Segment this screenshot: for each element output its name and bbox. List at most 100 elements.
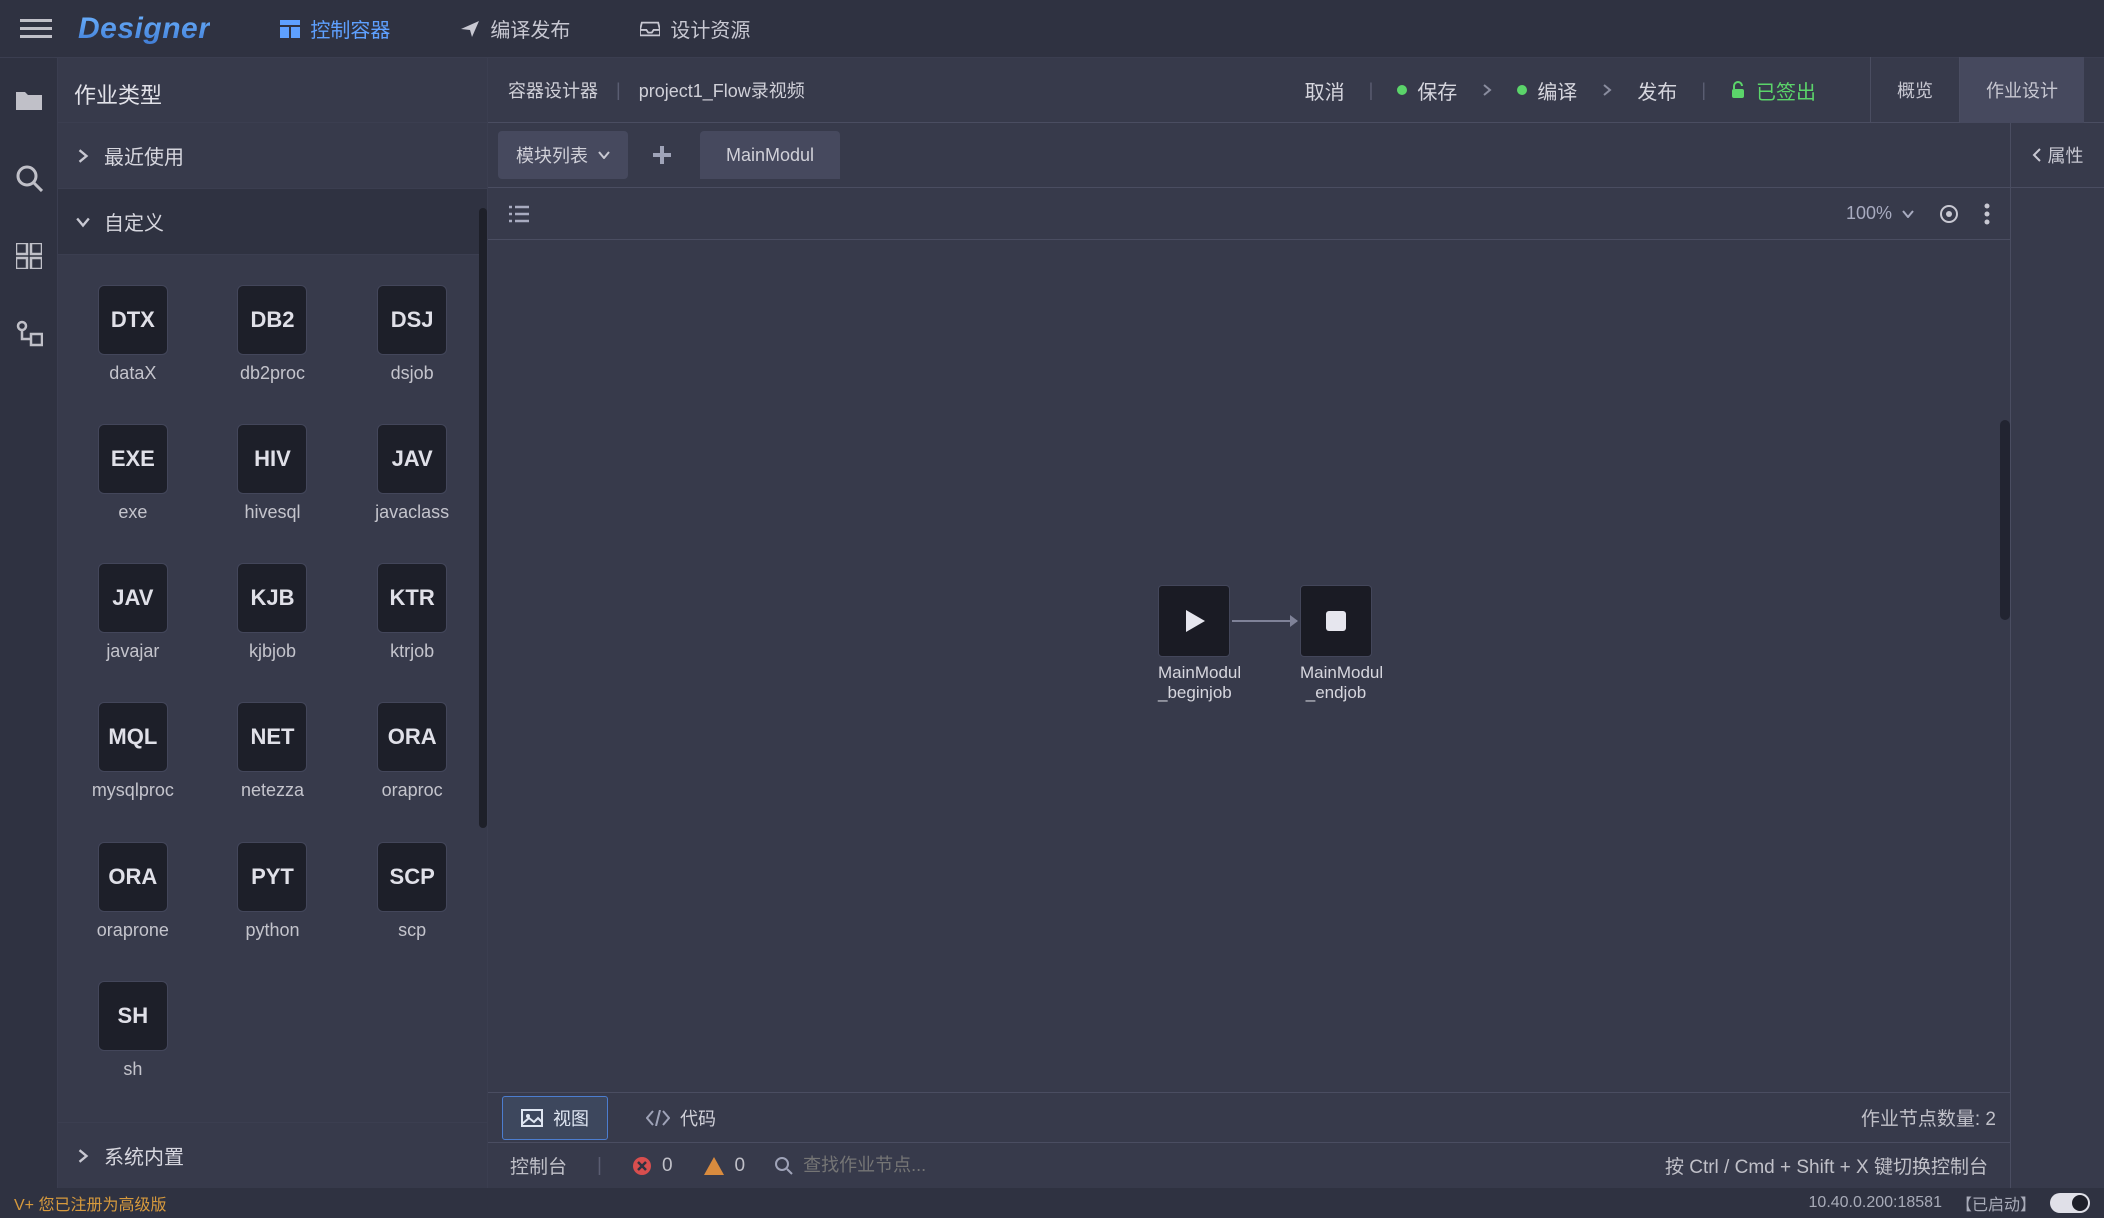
- job-type-mysqlproc[interactable]: MQLmysqlproc: [66, 702, 200, 813]
- view-overview-tab[interactable]: 概览: [1870, 57, 1959, 123]
- topbar-tab-compile-publish[interactable]: 编译发布: [460, 14, 570, 43]
- cancel-button[interactable]: 取消: [1305, 76, 1345, 105]
- chevron-right-icon: [1481, 84, 1493, 96]
- node-end[interactable]: MainModul_endjob: [1300, 585, 1372, 704]
- service-toggle[interactable]: [2050, 1193, 2090, 1213]
- properties-toggle[interactable]: 属性: [2011, 123, 2104, 188]
- job-type-hivesql[interactable]: HIV hivesql: [206, 424, 340, 535]
- license-status: V+ 您已注册为高级版: [14, 1191, 166, 1215]
- list-toggle-icon[interactable]: [508, 204, 530, 224]
- compile-button[interactable]: 编译: [1517, 76, 1577, 105]
- caret-down-icon: [598, 151, 610, 159]
- error-count[interactable]: 0: [632, 1155, 673, 1177]
- icon-rail: [0, 58, 58, 1188]
- job-type-kjbjob[interactable]: KJBkjbjob: [206, 563, 340, 674]
- job-type-badge: EXE: [98, 424, 168, 494]
- job-type-scp[interactable]: SCPscp: [345, 842, 479, 953]
- job-type-sh[interactable]: SHsh: [66, 981, 200, 1092]
- job-type-badge: DTX: [98, 285, 168, 355]
- rail-tree-icon[interactable]: [15, 320, 43, 348]
- job-type-grid: DTX dataX DB2db2procDSJdsjob EXE exe HIV hives…: [58, 255, 487, 1122]
- job-type-label: exe: [118, 502, 147, 523]
- job-type-javajar[interactable]: JAVjavajar: [66, 563, 200, 674]
- host-address: 10.40.0.200:18581: [1809, 1194, 1942, 1212]
- publish-button[interactable]: 发布: [1637, 76, 1677, 105]
- lock-icon: [1730, 81, 1746, 99]
- job-type-ktrjob[interactable]: KTRktrjob: [345, 563, 479, 674]
- job-type-dataX[interactable]: DTX dataX: [66, 285, 200, 396]
- job-type-label: hivesql: [244, 502, 300, 523]
- job-type-oraprone[interactable]: ORAoraprone: [66, 842, 200, 953]
- console-search[interactable]: [775, 1155, 1023, 1176]
- job-type-badge: DB2: [237, 285, 307, 355]
- console-search-input[interactable]: [803, 1155, 1023, 1176]
- topbar-tab-label: 控制容器: [310, 14, 390, 43]
- job-type-badge: HIV: [237, 424, 307, 494]
- topbar: Designer 控制容器 编译发布 设计资源: [0, 0, 2104, 58]
- separator: |: [1369, 80, 1374, 101]
- canvas[interactable]: MainModul_beginjob MainModul_endjob: [488, 240, 2010, 1092]
- job-type-badge: NET: [237, 702, 307, 772]
- warning-count[interactable]: 0: [703, 1155, 746, 1177]
- job-type-python[interactable]: PYTpython: [206, 842, 340, 953]
- job-type-dsjob[interactable]: DSJdsjob: [345, 285, 479, 396]
- breadcrumb-designer: 容器设计器: [508, 77, 598, 103]
- search-icon: [775, 1157, 793, 1175]
- view-tab-visual[interactable]: 视图: [502, 1096, 608, 1140]
- node-begin[interactable]: MainModul_beginjob: [1158, 585, 1230, 704]
- status-bar: V+ 您已注册为高级版 10.40.0.200:18581 【已启动】: [0, 1188, 2104, 1218]
- rail-grid-icon[interactable]: [15, 242, 43, 270]
- status-dot-icon: [1397, 85, 1407, 95]
- job-type-label: kjbjob: [249, 641, 296, 662]
- node-label: MainModul_endjob: [1300, 663, 1372, 704]
- chevron-down-icon: [76, 215, 90, 229]
- job-type-badge: ORA: [377, 702, 447, 772]
- chevron-right-icon: [1601, 84, 1613, 96]
- chevron-right-icon: [76, 149, 90, 163]
- job-type-oraproc[interactable]: ORAoraproc: [345, 702, 479, 813]
- job-type-netezza[interactable]: NET netezza: [206, 702, 340, 813]
- job-type-badge: JAV: [98, 563, 168, 633]
- add-module-button[interactable]: [638, 131, 686, 179]
- edge[interactable]: [1232, 620, 1297, 622]
- job-type-badge: ORA: [98, 842, 168, 912]
- module-tab-main[interactable]: MainModul: [700, 131, 840, 179]
- job-type-javaclass[interactable]: JAVjavaclass: [345, 424, 479, 535]
- job-type-label: dsjob: [391, 363, 434, 384]
- topbar-tab-design-resource[interactable]: 设计资源: [640, 14, 750, 43]
- side-panel-scrollbar[interactable]: [479, 123, 487, 1188]
- job-type-label: netezza: [241, 780, 304, 801]
- target-icon[interactable]: [1938, 203, 1960, 225]
- layout-icon: [280, 19, 300, 39]
- job-type-db2proc[interactable]: DB2db2proc: [206, 285, 340, 396]
- checkout-status[interactable]: 已签出: [1730, 76, 1816, 105]
- console-bar: 控制台 | 0 0 按 Ctrl / Cmd + Shift + X 键切换: [488, 1142, 2010, 1188]
- menu-icon[interactable]: [20, 19, 52, 38]
- rail-folder-icon[interactable]: [15, 86, 43, 114]
- side-panel: 作业类型 最近使用 自定义 DTXdataXDB2db2procDSJdsjob…: [58, 58, 488, 1188]
- topbar-tab-label: 设计资源: [670, 14, 750, 43]
- properties-panel: 属性: [2010, 123, 2104, 1188]
- section-recent[interactable]: 最近使用: [58, 123, 487, 189]
- topbar-tab-control-container[interactable]: 控制容器: [280, 14, 390, 43]
- module-list-dropdown[interactable]: 模块列表: [498, 131, 628, 179]
- breadcrumb-project: project1_Flow录视频: [639, 77, 805, 103]
- chevron-right-icon: [76, 1149, 90, 1163]
- view-job-design-tab[interactable]: 作业设计: [1959, 57, 2084, 123]
- main-area: 容器设计器 | project1_Flow录视频 取消 | 保存 编译 发布 |…: [488, 58, 2104, 1188]
- zoom-dropdown[interactable]: 100%: [1846, 203, 1914, 224]
- section-custom[interactable]: 自定义: [58, 189, 487, 255]
- warning-icon: [703, 1156, 725, 1176]
- job-type-exe[interactable]: EXE exe: [66, 424, 200, 535]
- console-label[interactable]: 控制台: [510, 1152, 567, 1179]
- stop-icon: [1323, 608, 1349, 634]
- job-type-label: dataX: [109, 363, 156, 384]
- view-tab-code[interactable]: 代码: [628, 1096, 734, 1140]
- rail-search-icon[interactable]: [15, 164, 43, 192]
- save-button[interactable]: 保存: [1397, 76, 1457, 105]
- module-tab-bar: 模块列表 MainModul: [488, 123, 2010, 188]
- more-icon[interactable]: [1984, 203, 1990, 225]
- canvas-scrollbar[interactable]: [2000, 240, 2010, 1092]
- section-system[interactable]: 系统内置: [58, 1122, 487, 1188]
- node-label: MainModul_beginjob: [1158, 663, 1230, 704]
